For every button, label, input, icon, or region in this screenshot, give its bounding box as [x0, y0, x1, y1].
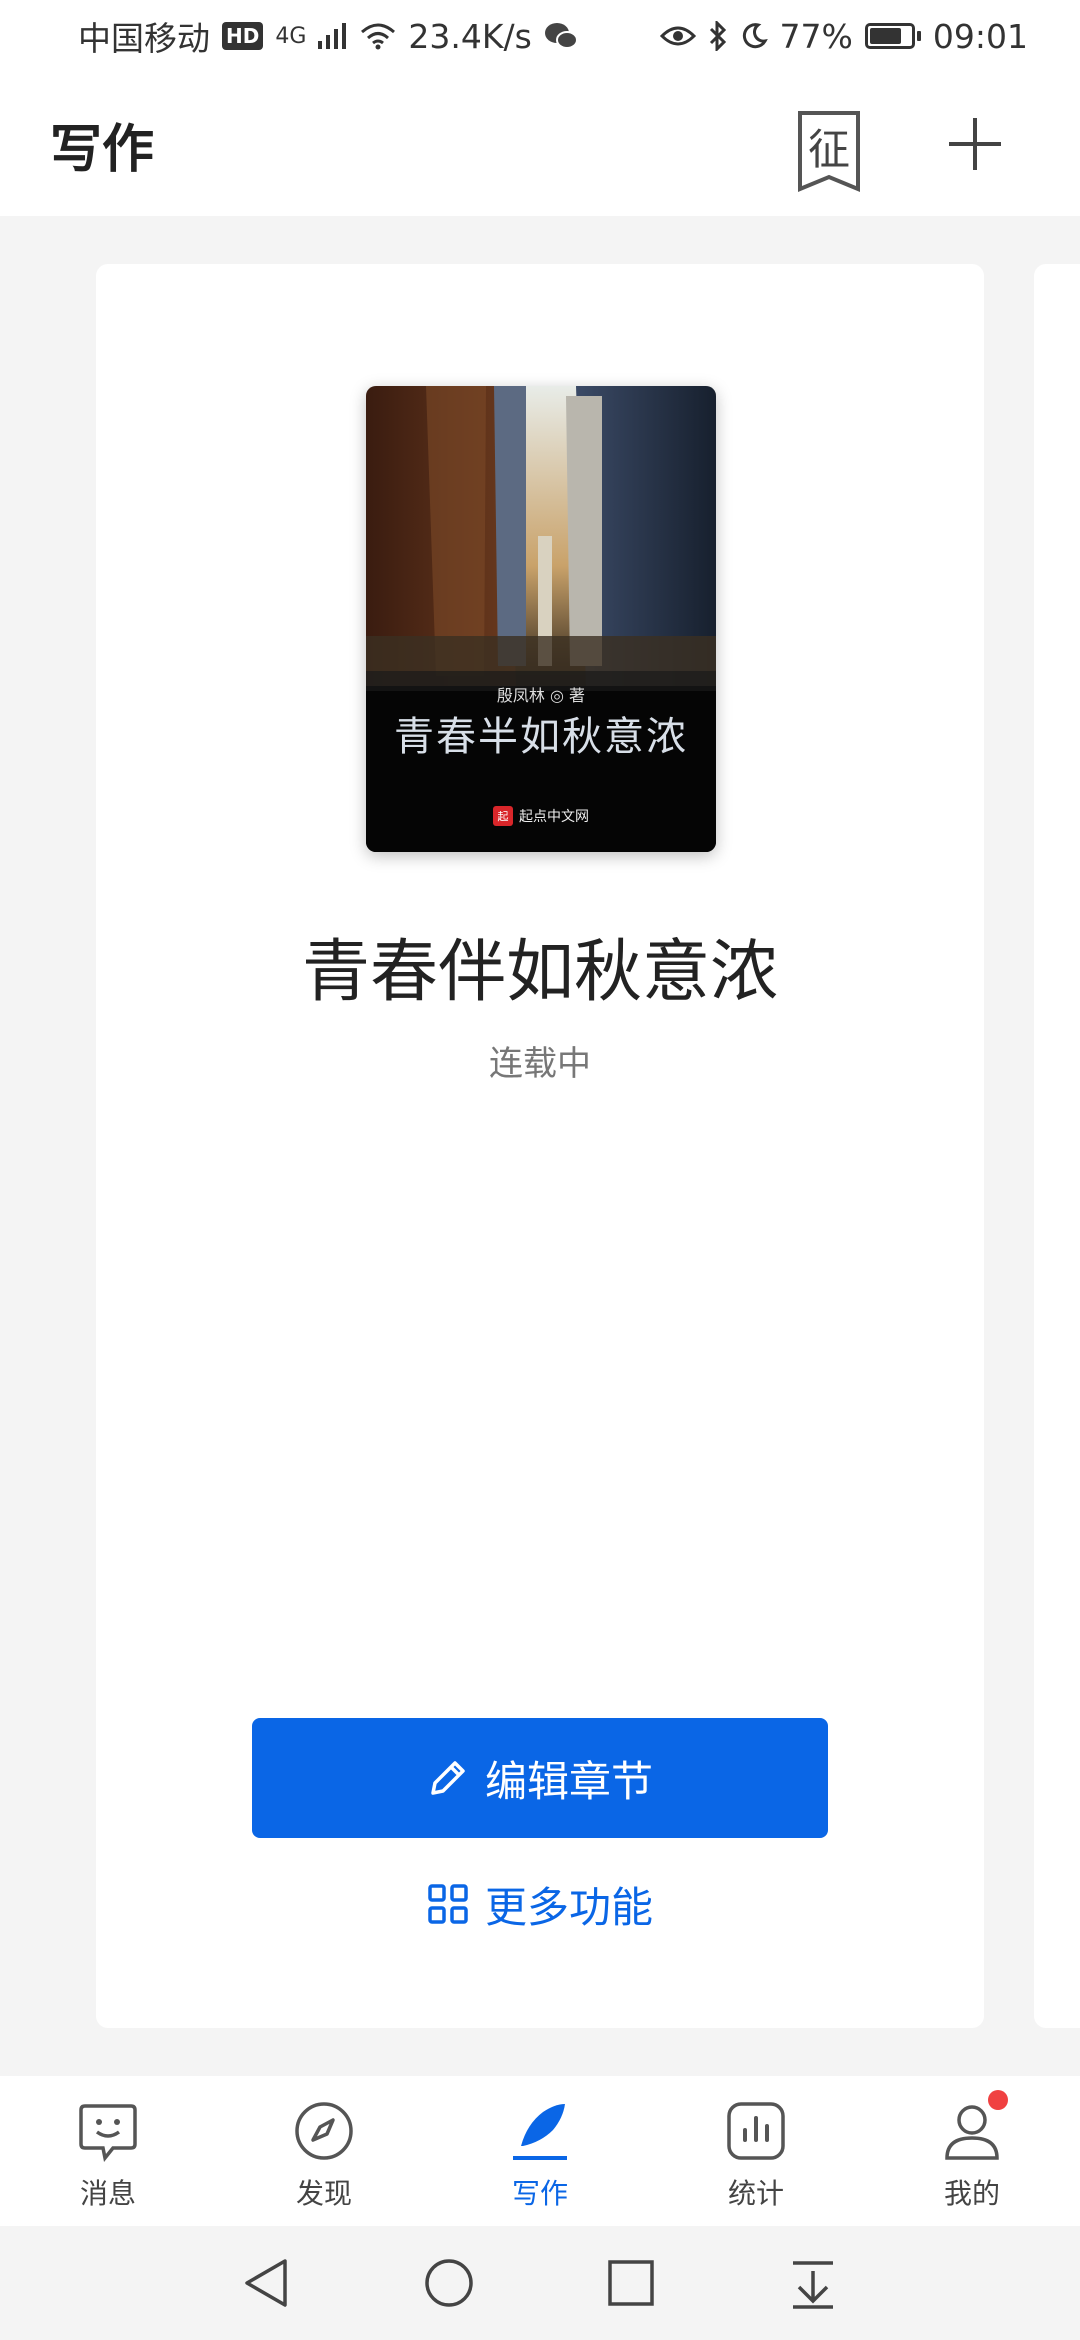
- more-features-label: 更多功能: [484, 1882, 653, 1932]
- network-label: 4G: [275, 23, 307, 49]
- tab-label: 消息: [79, 2177, 136, 2210]
- bluetooth-icon: [709, 21, 726, 51]
- tab-discover[interactable]: 发现: [216, 2076, 432, 2226]
- book-title: 青春伴如秋意浓: [301, 933, 778, 1012]
- cover-image: [366, 386, 716, 852]
- edit-chapters-label: 编辑章节: [484, 1756, 653, 1806]
- tab-label: 统计: [727, 2177, 784, 2210]
- contest-button[interactable]: 征: [774, 89, 884, 199]
- grid-icon: [428, 1884, 468, 1924]
- message-icon: [79, 2104, 137, 2162]
- speed-label: 23.4K/s: [408, 16, 532, 56]
- recents-icon[interactable]: [605, 2257, 657, 2309]
- tab-stats[interactable]: 统计: [648, 2076, 864, 2226]
- contest-icon: 征: [798, 111, 860, 192]
- tab-write[interactable]: 写作: [432, 2076, 648, 2226]
- stats-icon: [727, 2102, 785, 2160]
- back-icon[interactable]: [241, 2257, 293, 2309]
- signal-icon: [318, 23, 347, 49]
- system-nav-bar: [0, 2226, 1080, 2340]
- battery-icon: [864, 23, 921, 49]
- tab-label: 发现: [295, 2177, 352, 2210]
- cover-author: 殷凤林 ◎ 著: [496, 686, 586, 705]
- contest-icon-text: 征: [807, 124, 850, 174]
- carrier-label: 中国移动: [78, 19, 210, 58]
- compass-icon: [295, 2102, 353, 2160]
- app-header: 写作 征: [0, 72, 1080, 216]
- notification-badge: [988, 2090, 1008, 2110]
- next-book-card[interactable]: [1034, 264, 1080, 2028]
- tab-label: 我的: [943, 2177, 1000, 2210]
- tab-label: 写作: [511, 2177, 568, 2210]
- plus-icon: [949, 118, 1001, 170]
- hd-badge: HD: [222, 22, 264, 50]
- edit-chapters-button[interactable]: 编辑章节: [252, 1718, 828, 1838]
- battery-percent: 77%: [779, 16, 853, 56]
- status-bar: 中国移动 HD 4G 23.4K/s 77% 09:01: [0, 0, 1080, 72]
- add-button[interactable]: [920, 89, 1030, 199]
- notification-pull-icon[interactable]: [787, 2257, 839, 2309]
- write-icon: [513, 2104, 567, 2160]
- wechat-icon: [544, 23, 578, 49]
- page-title: 写作: [50, 119, 155, 180]
- home-icon[interactable]: [423, 2257, 475, 2309]
- pencil-icon: [431, 1761, 465, 1795]
- book-card[interactable]: 殷凤林 ◎ 著 青春半如秋意浓 起 起点中文网 青春伴如秋意浓 连载中 编辑章节…: [96, 264, 984, 2028]
- cover-publisher: 起 起点中文网: [366, 806, 716, 826]
- cover-title: 青春半如秋意浓: [394, 714, 688, 760]
- moon-icon: [742, 23, 768, 49]
- tab-profile[interactable]: 我的: [864, 2076, 1080, 2226]
- more-features-button[interactable]: 更多功能: [252, 1854, 828, 1954]
- clock: 09:01: [932, 16, 1028, 56]
- tab-messages[interactable]: 消息: [0, 2076, 216, 2226]
- publisher-logo: 起: [493, 806, 513, 826]
- wifi-icon: [361, 23, 396, 50]
- publisher-name: 起点中文网: [519, 809, 589, 825]
- book-cover[interactable]: 殷凤林 ◎ 著 青春半如秋意浓 起 起点中文网: [366, 386, 716, 852]
- eye-icon: [659, 26, 696, 46]
- bottom-tab-bar: 消息 发现 写作 统计 我的: [0, 2076, 1080, 2226]
- book-status: 连载中: [489, 1044, 591, 1084]
